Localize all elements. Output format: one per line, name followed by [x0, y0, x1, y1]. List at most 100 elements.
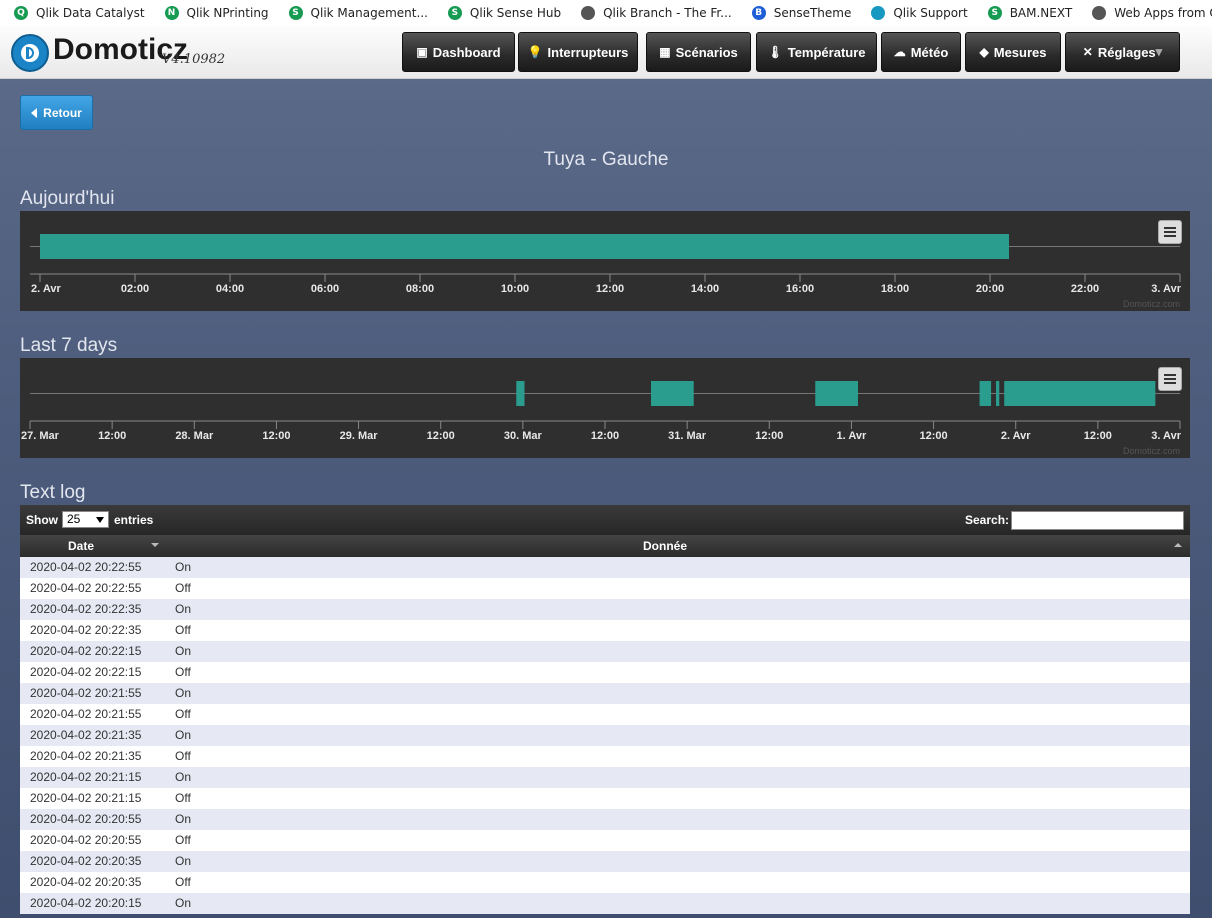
nav-button-5[interactable]: ☁ Météo — [881, 32, 961, 72]
table-row[interactable]: 2020-04-02 20:22:35 Off — [20, 620, 1190, 641]
cell-date: 2020-04-02 20:20:55 — [30, 833, 142, 847]
table-row[interactable]: 2020-04-02 20:21:15 On — [20, 767, 1190, 788]
column-header-data[interactable]: Donnée — [643, 539, 687, 553]
qlik-icon: Q — [14, 6, 28, 20]
bookmark-label: Qlik Support — [893, 6, 968, 20]
chart-credit[interactable]: Domoticz.com — [1123, 446, 1180, 456]
domoticz-logo-icon[interactable] — [11, 34, 49, 72]
nav-button-3[interactable]: ▦ Scénarios — [646, 32, 751, 72]
dashboard-icon: ▣ — [416, 45, 428, 59]
week-chart: 27. Mar 12:00 28. Mar 12:00 29. Mar 12:00 30. … — [20, 358, 1190, 458]
week-on-bar[interactable] — [516, 381, 525, 406]
sort-desc-icon[interactable] — [151, 543, 159, 547]
today-section-title: Aujourd'hui — [20, 188, 115, 209]
table-row[interactable]: 2020-04-02 20:22:35 On — [20, 599, 1190, 620]
page-size-value: 25 — [67, 512, 81, 526]
today-chart-menu-icon[interactable] — [1158, 220, 1182, 244]
table-row[interactable]: 2020-04-02 20:21:15 Off — [20, 788, 1190, 809]
chevron-down-icon: ▾ — [1155, 44, 1163, 59]
cell-data: On — [175, 896, 192, 910]
week-on-bar[interactable] — [979, 381, 992, 406]
today-tick-label: 20:00 — [976, 283, 1004, 295]
table-row[interactable]: 2020-04-02 20:22:55 On — [20, 557, 1190, 578]
bookmark-item[interactable]: Qlik Branch - The Fr... — [581, 6, 732, 20]
cell-date: 2020-04-02 20:21:15 — [30, 791, 142, 805]
week-on-bar[interactable] — [651, 381, 694, 406]
search-input[interactable] — [1011, 511, 1184, 530]
table-row[interactable]: 2020-04-02 20:20:55 Off — [20, 830, 1190, 851]
nav-button-6[interactable]: ◆ Mesures — [965, 32, 1061, 72]
cell-date: 2020-04-02 20:22:35 — [30, 623, 142, 637]
today-tick-label: 10:00 — [501, 283, 529, 295]
cell-date: 2020-04-02 20:21:35 — [30, 749, 142, 763]
cell-date: 2020-04-02 20:20:35 — [30, 875, 142, 889]
table-row[interactable]: 2020-04-02 20:21:55 On — [20, 683, 1190, 704]
bookmark-item[interactable]: Q Qlik Data Catalyst — [14, 6, 145, 20]
today-tick-label: 22:00 — [1071, 283, 1099, 295]
table-row[interactable]: 2020-04-02 20:21:35 Off — [20, 746, 1190, 767]
nav-button-label: Dashboard — [432, 44, 501, 60]
bookmark-item[interactable]: S BAM.NEXT — [987, 6, 1073, 20]
table-row[interactable]: 2020-04-02 20:21:55 Off — [20, 704, 1190, 725]
qlik-icon: S — [288, 6, 303, 20]
week-tick-label: 2. Avr — [1001, 430, 1031, 442]
table-row[interactable]: 2020-04-02 20:22:15 On — [20, 641, 1190, 662]
cell-data: Off — [175, 875, 191, 889]
week-tick-label: 29. Mar — [340, 430, 379, 442]
nav-button-7[interactable]: ✕ Réglages ▾ — [1065, 32, 1180, 72]
week-on-bar[interactable] — [1004, 381, 1156, 406]
week-chart-menu-icon[interactable] — [1158, 367, 1182, 391]
table-row[interactable]: 2020-04-02 20:20:35 On — [20, 851, 1190, 872]
table-row[interactable]: 2020-04-02 20:22:55 Off — [20, 578, 1190, 599]
week-chart-svg: 27. Mar 12:00 28. Mar 12:00 29. Mar 12:00 30. … — [21, 381, 1182, 442]
chart-credit[interactable]: Domoticz.com — [1123, 299, 1180, 309]
week-tick-label: 12:00 — [591, 430, 619, 442]
table-row[interactable]: 2020-04-02 20:20:35 Off — [20, 872, 1190, 893]
nav-button-1[interactable]: ▣ Dashboard — [402, 32, 515, 72]
week-tick-label: 30. Mar — [504, 430, 543, 442]
week-on-bar[interactable] — [815, 381, 858, 406]
bookmark-item[interactable]: S Qlik Management... — [288, 6, 428, 20]
bookmark-label: Qlik Sense Hub — [469, 6, 562, 20]
nav-button-2[interactable]: 💡 Interrupteurs — [518, 32, 638, 72]
today-tick-label: 14:00 — [691, 283, 719, 295]
cell-date: 2020-04-02 20:22:35 — [30, 602, 142, 616]
app-header: Domoticz V4.10982 ▣ Dashboard 💡 Interrupteu… — [0, 26, 1212, 79]
cell-date: 2020-04-02 20:21:55 — [30, 707, 142, 721]
bookmark-item[interactable]: Qlik Support — [871, 6, 968, 20]
table-row[interactable]: 2020-04-02 20:20:15 On — [20, 893, 1190, 914]
nav-button-4[interactable]: 🌡 Température — [756, 32, 877, 72]
cell-data: Off — [175, 665, 191, 679]
table-row[interactable]: 2020-04-02 20:22:15 Off — [20, 662, 1190, 683]
page-size-select[interactable]: 25 — [62, 511, 109, 528]
globe-icon — [1092, 6, 1107, 20]
device-title: Tuya - Gauche — [543, 149, 669, 170]
log-toolbar: Show 25 entries Search: — [20, 505, 1190, 535]
bookmark-item[interactable]: B SenseTheme — [751, 6, 851, 20]
cell-data: On — [175, 854, 192, 868]
bookmark-item[interactable]: N Qlik NPrinting — [164, 6, 269, 20]
cell-date: 2020-04-02 20:22:15 — [30, 644, 142, 658]
week-on-bar[interactable] — [996, 381, 1000, 406]
back-button[interactable]: Retour — [20, 95, 93, 130]
week-tick-label: 31. Mar — [668, 430, 707, 442]
today-tick-label: 2. Avr — [31, 283, 61, 295]
cell-data: On — [175, 644, 192, 658]
bookmark-item[interactable]: Web Apps from Qli... — [1092, 6, 1212, 20]
table-row[interactable]: 2020-04-02 20:21:35 On — [20, 725, 1190, 746]
today-tick-label: 04:00 — [216, 283, 244, 295]
nav-button-label: Scénarios — [675, 44, 738, 60]
column-header-date[interactable]: Date — [68, 539, 94, 553]
sort-asc-icon[interactable] — [1174, 543, 1182, 547]
nav-button-label: Réglages — [1097, 44, 1156, 60]
table-row[interactable]: 2020-04-02 20:20:55 On — [20, 809, 1190, 830]
lightbulb-icon: 💡 — [527, 45, 543, 59]
qlik-icon: S — [447, 6, 462, 20]
today-on-bar[interactable] — [40, 234, 1009, 259]
bookmark-item[interactable]: S Qlik Sense Hub — [447, 6, 562, 20]
show-label: Show — [26, 513, 58, 527]
version-label: V4.10982 — [162, 52, 226, 67]
bookmark-label: BAM.NEXT — [1009, 6, 1073, 20]
cell-date: 2020-04-02 20:20:35 — [30, 854, 142, 868]
week-tick-label: 3. Avr — [1151, 430, 1181, 442]
